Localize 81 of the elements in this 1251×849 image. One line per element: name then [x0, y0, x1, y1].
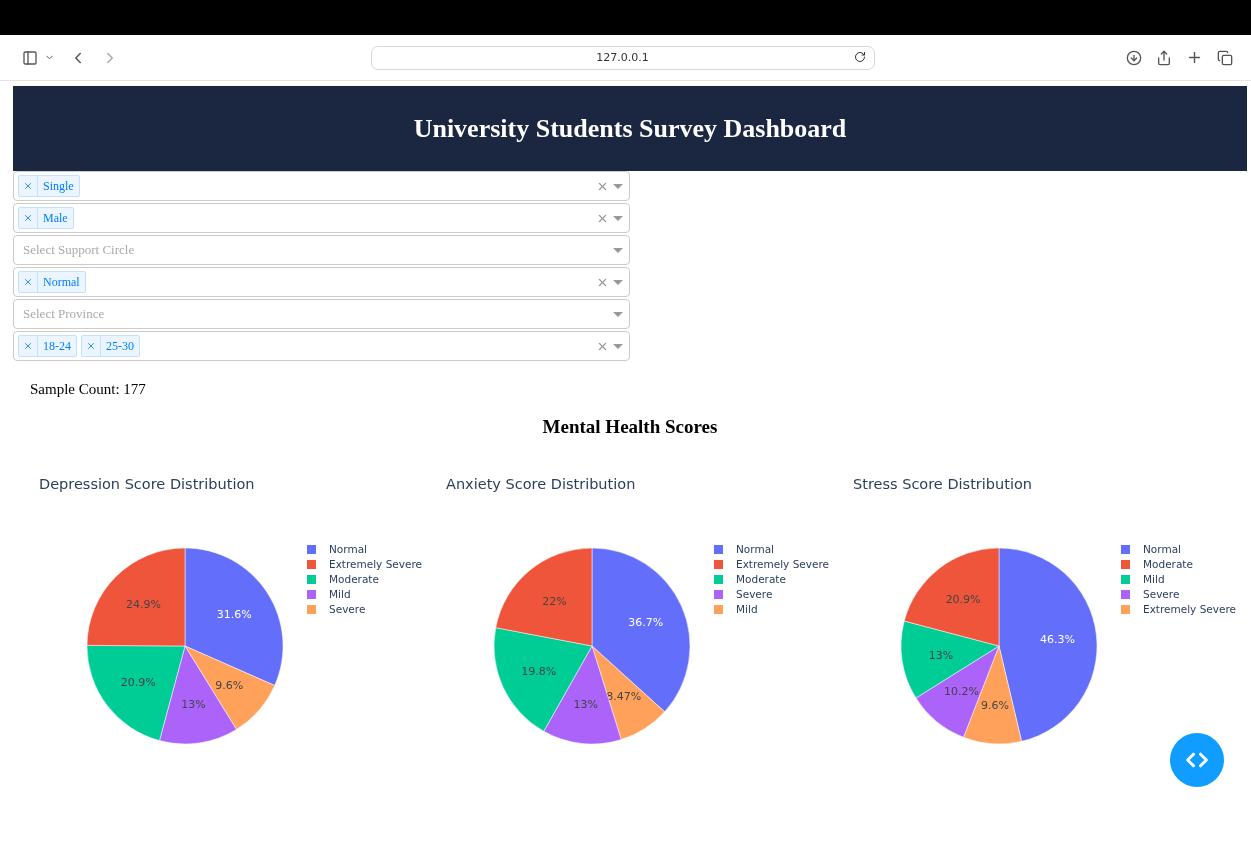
- slice-label: 19.8%: [521, 664, 557, 678]
- remove-icon[interactable]: [23, 213, 33, 223]
- legend-swatch: [307, 589, 316, 599]
- legend-label[interactable]: Extremely Severe: [1143, 603, 1236, 615]
- remove-icon[interactable]: [23, 277, 33, 287]
- legend-swatch: [1121, 544, 1130, 554]
- remove-icon[interactable]: [23, 181, 33, 191]
- legend-swatch: [714, 544, 723, 554]
- page-title: University Students Survey Dashboard: [413, 113, 847, 144]
- share-icon[interactable]: [1156, 49, 1172, 66]
- dropdown-placeholder: Select Support Circle: [22, 242, 135, 258]
- legend-swatch: [714, 574, 723, 584]
- legend-label[interactable]: Normal: [1143, 543, 1181, 555]
- legend-label[interactable]: Extremely Severe: [329, 558, 422, 570]
- legend-swatch: [714, 559, 723, 569]
- tabs-icon[interactable]: [1217, 49, 1233, 66]
- slice-label: 13%: [928, 648, 954, 662]
- sidebar-icon[interactable]: [22, 49, 38, 66]
- sample-count: Sample Count: 177: [30, 381, 147, 398]
- slice-label: 13%: [573, 698, 598, 712]
- legend-swatch: [307, 559, 316, 569]
- slice-label: 24.9%: [126, 598, 162, 612]
- selected-tag[interactable]: Male: [18, 207, 74, 229]
- legend-swatch: [1121, 574, 1130, 584]
- remove-icon[interactable]: [86, 341, 96, 351]
- slice-label: 31.6%: [216, 607, 252, 621]
- selected-tag[interactable]: 25-30: [81, 335, 140, 357]
- slice-label: 20.9%: [120, 675, 156, 689]
- dropdown-field[interactable]: Male: [13, 203, 630, 233]
- legend-swatch: [1121, 589, 1130, 599]
- legend-label[interactable]: Severe: [736, 588, 773, 600]
- dropdown-field[interactable]: 18-24 25-30: [13, 331, 630, 361]
- legend-swatch: [1121, 559, 1130, 569]
- dropdown-field[interactable]: Single: [13, 171, 630, 201]
- chart-title: Anxiety Score Distribution: [445, 476, 637, 492]
- reload-icon[interactable]: [853, 50, 866, 63]
- legend-label[interactable]: Normal: [736, 543, 774, 555]
- legend-swatch: [714, 604, 723, 614]
- legend-label[interactable]: Mild: [736, 603, 758, 615]
- caret-icon[interactable]: [613, 183, 623, 189]
- legend-label[interactable]: Severe: [329, 603, 366, 615]
- legend-label[interactable]: Normal: [329, 543, 367, 555]
- legend-swatch: [307, 574, 316, 584]
- selected-tag[interactable]: 18-24: [18, 335, 77, 357]
- legend-label[interactable]: Extremely Severe: [736, 558, 829, 570]
- section-title: Mental Health Scores: [541, 416, 719, 438]
- caret-icon[interactable]: [613, 215, 623, 221]
- legend-label[interactable]: Moderate: [1143, 558, 1193, 570]
- code-toggle-button[interactable]: [1170, 733, 1224, 787]
- legend-swatch: [1121, 604, 1130, 614]
- legend-swatch: [714, 589, 723, 599]
- plus-icon[interactable]: [1186, 49, 1203, 66]
- slice-label: 8.47%: [606, 689, 642, 703]
- slice-label: 9.6%: [980, 698, 1009, 712]
- slice-label: 22%: [542, 594, 567, 608]
- caret-icon[interactable]: [613, 311, 623, 317]
- legend-label[interactable]: Moderate: [329, 573, 379, 585]
- selected-tag[interactable]: Normal: [18, 271, 86, 293]
- address-field[interactable]: 127.0.0.1: [370, 45, 875, 70]
- slice-label: 10.2%: [944, 685, 979, 699]
- chart-title: Stress Score Distribution: [852, 476, 1033, 492]
- slice-label: 36.7%: [628, 616, 664, 630]
- remove-icon[interactable]: [23, 341, 33, 351]
- legend-label[interactable]: Mild: [329, 588, 351, 600]
- selected-tag[interactable]: Single: [18, 175, 80, 197]
- caret-icon[interactable]: [613, 247, 623, 253]
- legend-swatch: [307, 544, 316, 554]
- legend-label[interactable]: Severe: [1143, 588, 1180, 600]
- caret-icon[interactable]: [613, 343, 623, 349]
- slice-label: 46.3%: [1039, 633, 1075, 647]
- legend-label[interactable]: Mild: [1143, 573, 1165, 585]
- caret-icon[interactable]: [613, 279, 623, 285]
- slice-label: 9.6%: [215, 678, 244, 692]
- slice-label: 13%: [181, 698, 206, 712]
- legend-swatch: [307, 604, 316, 614]
- slice-label: 20.9%: [945, 593, 981, 607]
- dropdown-placeholder: Select Province: [22, 306, 105, 322]
- chart-title: Depression Score Distribution: [38, 476, 256, 492]
- legend-label[interactable]: Moderate: [736, 573, 786, 585]
- dropdown-field[interactable]: Normal: [13, 267, 630, 297]
- download-icon[interactable]: [1126, 49, 1142, 66]
